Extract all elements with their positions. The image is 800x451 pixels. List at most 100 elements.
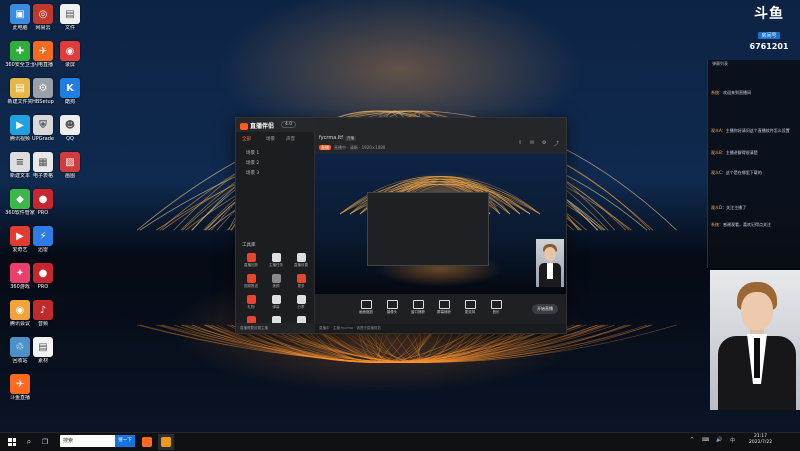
desktop-icon-label: 迅雷 <box>37 247 48 253</box>
danmaku-message: 观众B：主播讲解得很清楚 <box>711 150 797 156</box>
desktop-icon-label: 素材 <box>37 358 48 364</box>
danmaku-message: 观众A：主播你好请问这个直播软件怎么设置 <box>711 128 797 134</box>
tool-icon <box>271 295 281 304</box>
scene-item[interactable]: 场景 3 <box>246 170 259 176</box>
nested-app-window <box>367 192 489 266</box>
danmaku-message: 系统：欢迎来到直播间 <box>711 90 797 96</box>
version-badge[interactable]: 4.0 <box>281 121 297 128</box>
room-name: fycrma.ltf 开播 <box>319 135 356 141</box>
comment-icon[interactable]: ✉ <box>530 140 534 146</box>
scene-sidebar: 全部 场景 声音 场景 1 场景 2 场景 3 工具库 直播回放 主播任务 直播设置… <box>236 132 318 333</box>
control-button[interactable]: 窗口捕获 <box>406 300 430 315</box>
control-button[interactable]: 摄像头 <box>380 300 404 315</box>
control-label: 音乐 <box>492 310 500 314</box>
douyu-logo-text: 斗鱼 <box>754 6 784 22</box>
tool-icon <box>246 274 256 283</box>
tool-label: 视频推送 <box>244 284 258 288</box>
desktop-icon[interactable]: ♪ 音频 <box>23 300 63 327</box>
tool-label: 分享 <box>297 305 305 309</box>
tool-button[interactable]: 更多 <box>290 274 312 289</box>
app-icon: ● <box>33 189 53 209</box>
desktop-icon-label: 画图 <box>64 173 75 179</box>
tools-title: 工具库 <box>242 243 256 248</box>
task-view-icon[interactable]: ❐ <box>38 434 52 450</box>
desktop-icon-label: 音频 <box>37 321 48 327</box>
search-button[interactable]: 搜一下 <box>115 435 135 447</box>
share-icon[interactable]: ⇪ <box>518 140 522 146</box>
desktop-icon-label: 录屏 <box>64 62 75 68</box>
pip-shirt <box>547 263 553 279</box>
desktop-icon-label: 斗鱼直播 <box>9 395 30 401</box>
audio-icon: ♪ <box>33 300 53 320</box>
danmaku-user: 观众D： <box>711 205 727 210</box>
room-label: 房间号 <box>758 32 780 39</box>
keyboard-icon[interactable]: ⌨ <box>702 437 709 443</box>
tool-label: 直播回放 <box>244 263 258 267</box>
webcam-overlay[interactable] <box>536 239 564 287</box>
tool-button[interactable]: 视频推送 <box>240 274 262 289</box>
desktop-icon[interactable]: ◉ 录屏 <box>50 41 90 68</box>
danmaku-header: 弹幕列表 <box>712 61 728 66</box>
start-button[interactable] <box>4 434 20 450</box>
status-footer: 直播中 · 主播 fycrma · 请遵守直播规范 <box>315 324 566 333</box>
tab-all[interactable]: 全部 <box>242 136 251 142</box>
danmaku-text: 主播讲解得很清楚 <box>725 150 758 155</box>
control-label: 画面缩放 <box>359 310 373 314</box>
tool-label: 更多 <box>297 284 305 288</box>
tool-icon <box>271 274 281 283</box>
scene-item[interactable]: 场景 1 <box>246 150 259 156</box>
search-box[interactable]: 搜索 搜一下 <box>60 435 135 447</box>
tab-audio[interactable]: 声音 <box>286 136 295 142</box>
desktop-icon[interactable]: ● PRO <box>23 263 63 290</box>
tool-button[interactable]: 弹幕 <box>265 295 287 310</box>
control-button[interactable]: 屏幕捕获 <box>432 300 456 315</box>
tool-icon <box>246 253 256 262</box>
desktop-icon[interactable]: ▤ 素材 <box>23 337 63 364</box>
tool-button[interactable]: 主播任务 <box>265 253 287 268</box>
desktop-icon[interactable]: ▤ 文件 <box>50 4 90 31</box>
ime-indicator[interactable]: 中 <box>730 437 735 444</box>
control-button[interactable]: 画面缩放 <box>354 300 378 315</box>
tool-button[interactable]: 礼物 <box>240 295 262 310</box>
desktop-icon[interactable]: ☻ QQ <box>50 115 90 142</box>
tab-scenes[interactable]: 场景 <box>266 136 275 142</box>
search-input[interactable]: 搜索 <box>63 436 73 446</box>
desktop-icon[interactable]: ▨ 画图 <box>50 152 90 179</box>
tool-button[interactable]: 直播回放 <box>240 253 262 268</box>
desktop-icon[interactable]: ⚡ 迅雷 <box>23 226 63 253</box>
pip-face <box>544 247 556 261</box>
app-logo: 直播伴侣 <box>240 121 274 130</box>
room-number: 6761201 <box>749 42 789 51</box>
link-icon[interactable]: ⤴ <box>554 140 559 147</box>
control-icon <box>464 300 476 309</box>
stream-info: 直播 直播中 · 清晰 · 1920×1080 <box>319 145 385 151</box>
control-button[interactable]: 音乐 <box>484 300 508 315</box>
tool-button[interactable]: 美颜 <box>265 274 287 289</box>
desktop-icon[interactable]: K 酷狗 <box>50 78 90 105</box>
app-icon: ● <box>33 263 53 283</box>
control-button[interactable]: 麦克风 <box>458 300 482 315</box>
taskbar-app-douyu[interactable] <box>140 434 154 450</box>
tool-icon <box>246 295 256 304</box>
scene-item[interactable]: 场景 2 <box>246 160 259 166</box>
taskbar-app-live[interactable] <box>158 434 174 450</box>
control-label: 摄像头 <box>386 310 398 314</box>
streaming-app-window: 直播伴侣 4.0 — □ ✕ 全部 场景 声音 场景 1 场景 2 场景 3 工… <box>235 117 567 334</box>
desktop-icon[interactable]: ✈ 斗鱼直播 <box>0 374 40 401</box>
app-logo-icon <box>240 123 248 130</box>
control-icon <box>360 300 372 309</box>
app-logo-text: 直播伴侣 <box>250 123 275 130</box>
music-icon: K <box>60 78 80 98</box>
tool-button[interactable]: 直播设置 <box>290 253 312 268</box>
tray-chevron-icon[interactable]: ^ <box>690 437 694 443</box>
stream-preview[interactable] <box>315 154 566 294</box>
sidebar-footer: 直播需要设置主播 <box>236 323 318 333</box>
tool-button[interactable]: 分享 <box>290 295 312 310</box>
system-clock[interactable]: 21:17 2022/7/22 <box>749 434 772 446</box>
desktop-icon[interactable]: ● PRO <box>23 189 63 216</box>
start-stream-button[interactable]: 开始直播 <box>532 304 558 314</box>
settings-icon[interactable]: ⚙ <box>542 140 546 146</box>
tool-label: 弹幕 <box>272 305 280 309</box>
search-icon[interactable]: ⌕ <box>22 434 36 450</box>
volume-icon[interactable]: 🔊 <box>716 437 722 443</box>
